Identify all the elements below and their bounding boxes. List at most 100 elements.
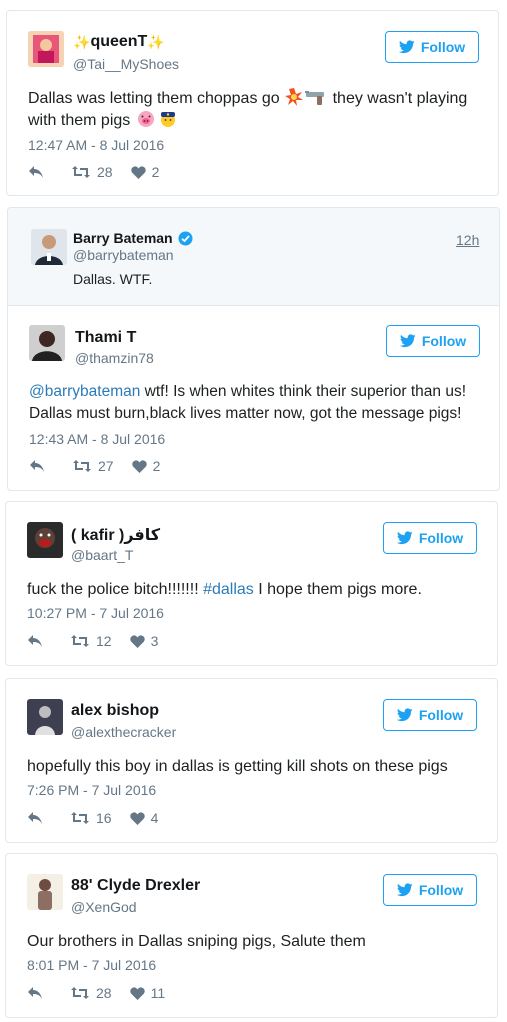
follow-button[interactable]: Follow (385, 31, 479, 63)
avatar[interactable] (31, 229, 67, 265)
tweet-text: fuck the police bitch!!!!!!! #dallas I h… (27, 581, 422, 598)
collision-icon (285, 88, 304, 106)
reply-icon (28, 812, 42, 824)
tweet-actions: 12 3 (27, 633, 158, 649)
tweet-text: @barrybateman wtf! Is when whites think … (29, 383, 467, 422)
tweet-timestamp[interactable]: 8:01 PM - 7 Jul 2016 (27, 957, 156, 973)
tweet-actions: 27 2 (29, 458, 160, 474)
tweet-text: Dallas was letting them choppas go they … (28, 88, 468, 129)
reply-icon (30, 460, 44, 472)
retweet-button[interactable]: 28 (71, 164, 113, 180)
hashtag-link[interactable]: #dallas (203, 581, 254, 598)
like-count: 2 (151, 164, 160, 180)
user-handle[interactable]: @Tai__MyShoes (73, 56, 179, 72)
retweet-count: 16 (96, 810, 112, 826)
like-button[interactable]: 2 (130, 164, 160, 180)
twitter-bird-icon (399, 334, 416, 348)
reply-button[interactable] (27, 634, 43, 648)
display-name[interactable]: Barry Bateman (73, 230, 193, 246)
tweet-card: ✨ queenT ✨ @Tai__MyShoes Follow Dallas was… (6, 10, 499, 196)
heart-icon (129, 986, 145, 1000)
like-button[interactable]: 2 (131, 458, 161, 474)
tweet-card: Barry Bateman @barrybateman 12h Dallas. … (7, 207, 500, 491)
reply-icon (28, 987, 42, 999)
verified-badge-icon (178, 231, 193, 245)
avatar[interactable] (27, 522, 63, 558)
tweet-card: alex bishop @alexthecracker Follow hopef… (5, 678, 498, 843)
retweet-button[interactable]: 16 (70, 810, 112, 826)
user-handle[interactable]: @thamzin78 (75, 350, 154, 366)
retweet-icon (71, 635, 89, 647)
tweet-card: 88' Clyde Drexler @XenGod Follow Our bro… (5, 853, 498, 1018)
twitter-bird-icon (398, 40, 415, 54)
follow-button[interactable]: Follow (386, 325, 480, 357)
avatar[interactable] (27, 699, 63, 735)
avatar[interactable] (29, 325, 65, 361)
avatar[interactable] (27, 874, 63, 910)
tweet-card: ( kafir )كافر @baart_T Follow fuck the p… (5, 501, 498, 666)
tweet-text: Our brothers in Dallas sniping pigs, Sal… (27, 933, 366, 950)
tweet-text: hopefully this boy in dallas is getting … (27, 758, 448, 775)
display-name[interactable]: ✨ queenT ✨ (73, 33, 165, 51)
retweet-icon (72, 166, 90, 178)
like-count: 2 (152, 458, 161, 474)
user-handle[interactable]: @alexthecracker (71, 724, 176, 740)
retweet-button[interactable]: 27 (72, 458, 114, 474)
retweet-count: 12 (96, 633, 112, 649)
user-handle[interactable]: @baart_T (71, 547, 133, 563)
like-button[interactable]: 4 (129, 810, 159, 826)
reply-button[interactable] (28, 165, 44, 179)
tweet-age[interactable]: 12h (456, 232, 479, 248)
retweet-count: 28 (96, 985, 112, 1001)
twitter-bird-icon (396, 531, 413, 545)
retweet-icon (71, 987, 89, 999)
tweet-timestamp[interactable]: 7:26 PM - 7 Jul 2016 (27, 782, 156, 798)
police-officer-icon (160, 112, 175, 127)
follow-button[interactable]: Follow (383, 699, 477, 731)
display-name[interactable]: alex bishop (71, 702, 159, 720)
user-handle[interactable]: @XenGod (71, 899, 137, 915)
heart-icon (129, 634, 145, 648)
like-count: 3 (150, 633, 159, 649)
like-button[interactable]: 11 (129, 985, 166, 1001)
like-count: 11 (150, 985, 166, 1001)
heart-icon (131, 459, 147, 473)
retweet-button[interactable]: 28 (70, 985, 112, 1001)
retweet-icon (73, 460, 91, 472)
retweet-button[interactable]: 12 (70, 633, 112, 649)
sparkles-icon: ✨ (147, 33, 165, 50)
user-handle[interactable]: @barrybateman (73, 247, 174, 263)
twitter-bird-icon (396, 708, 413, 722)
display-name[interactable]: ( kafir )كافر (71, 525, 160, 545)
pig-face-icon (137, 111, 154, 127)
pistol-icon (305, 91, 325, 105)
twitter-bird-icon (396, 883, 413, 897)
quoted-tweet[interactable]: Barry Bateman @barrybateman 12h Dallas. … (8, 208, 499, 306)
like-count: 4 (150, 810, 159, 826)
retweet-count: 28 (97, 164, 113, 180)
display-name[interactable]: 88' Clyde Drexler (71, 877, 200, 895)
heart-icon (130, 165, 146, 179)
follow-button[interactable]: Follow (383, 522, 477, 554)
display-name[interactable]: Thami T (75, 329, 136, 347)
avatar[interactable] (28, 31, 64, 67)
reply-icon (29, 166, 43, 178)
quoted-tweet-text: Dallas. WTF. (73, 271, 153, 287)
reply-button[interactable] (27, 986, 43, 1000)
reply-button[interactable] (29, 459, 45, 473)
tweet-actions: 28 11 (27, 985, 165, 1001)
heart-icon (129, 811, 145, 825)
reply-button[interactable] (27, 811, 43, 825)
retweet-icon (71, 812, 89, 824)
sparkles-icon: ✨ (73, 33, 91, 50)
tweet-timestamp[interactable]: 12:43 AM - 8 Jul 2016 (29, 431, 165, 447)
mention-link[interactable]: @barrybateman (29, 383, 140, 400)
tweet-actions: 16 4 (27, 810, 158, 826)
reply-icon (28, 635, 42, 647)
retweet-count: 27 (98, 458, 114, 474)
tweet-timestamp[interactable]: 10:27 PM - 7 Jul 2016 (27, 605, 164, 621)
follow-button[interactable]: Follow (383, 874, 477, 906)
tweet-actions: 28 2 (28, 164, 159, 180)
like-button[interactable]: 3 (129, 633, 159, 649)
tweet-timestamp[interactable]: 12:47 AM - 8 Jul 2016 (28, 137, 164, 153)
